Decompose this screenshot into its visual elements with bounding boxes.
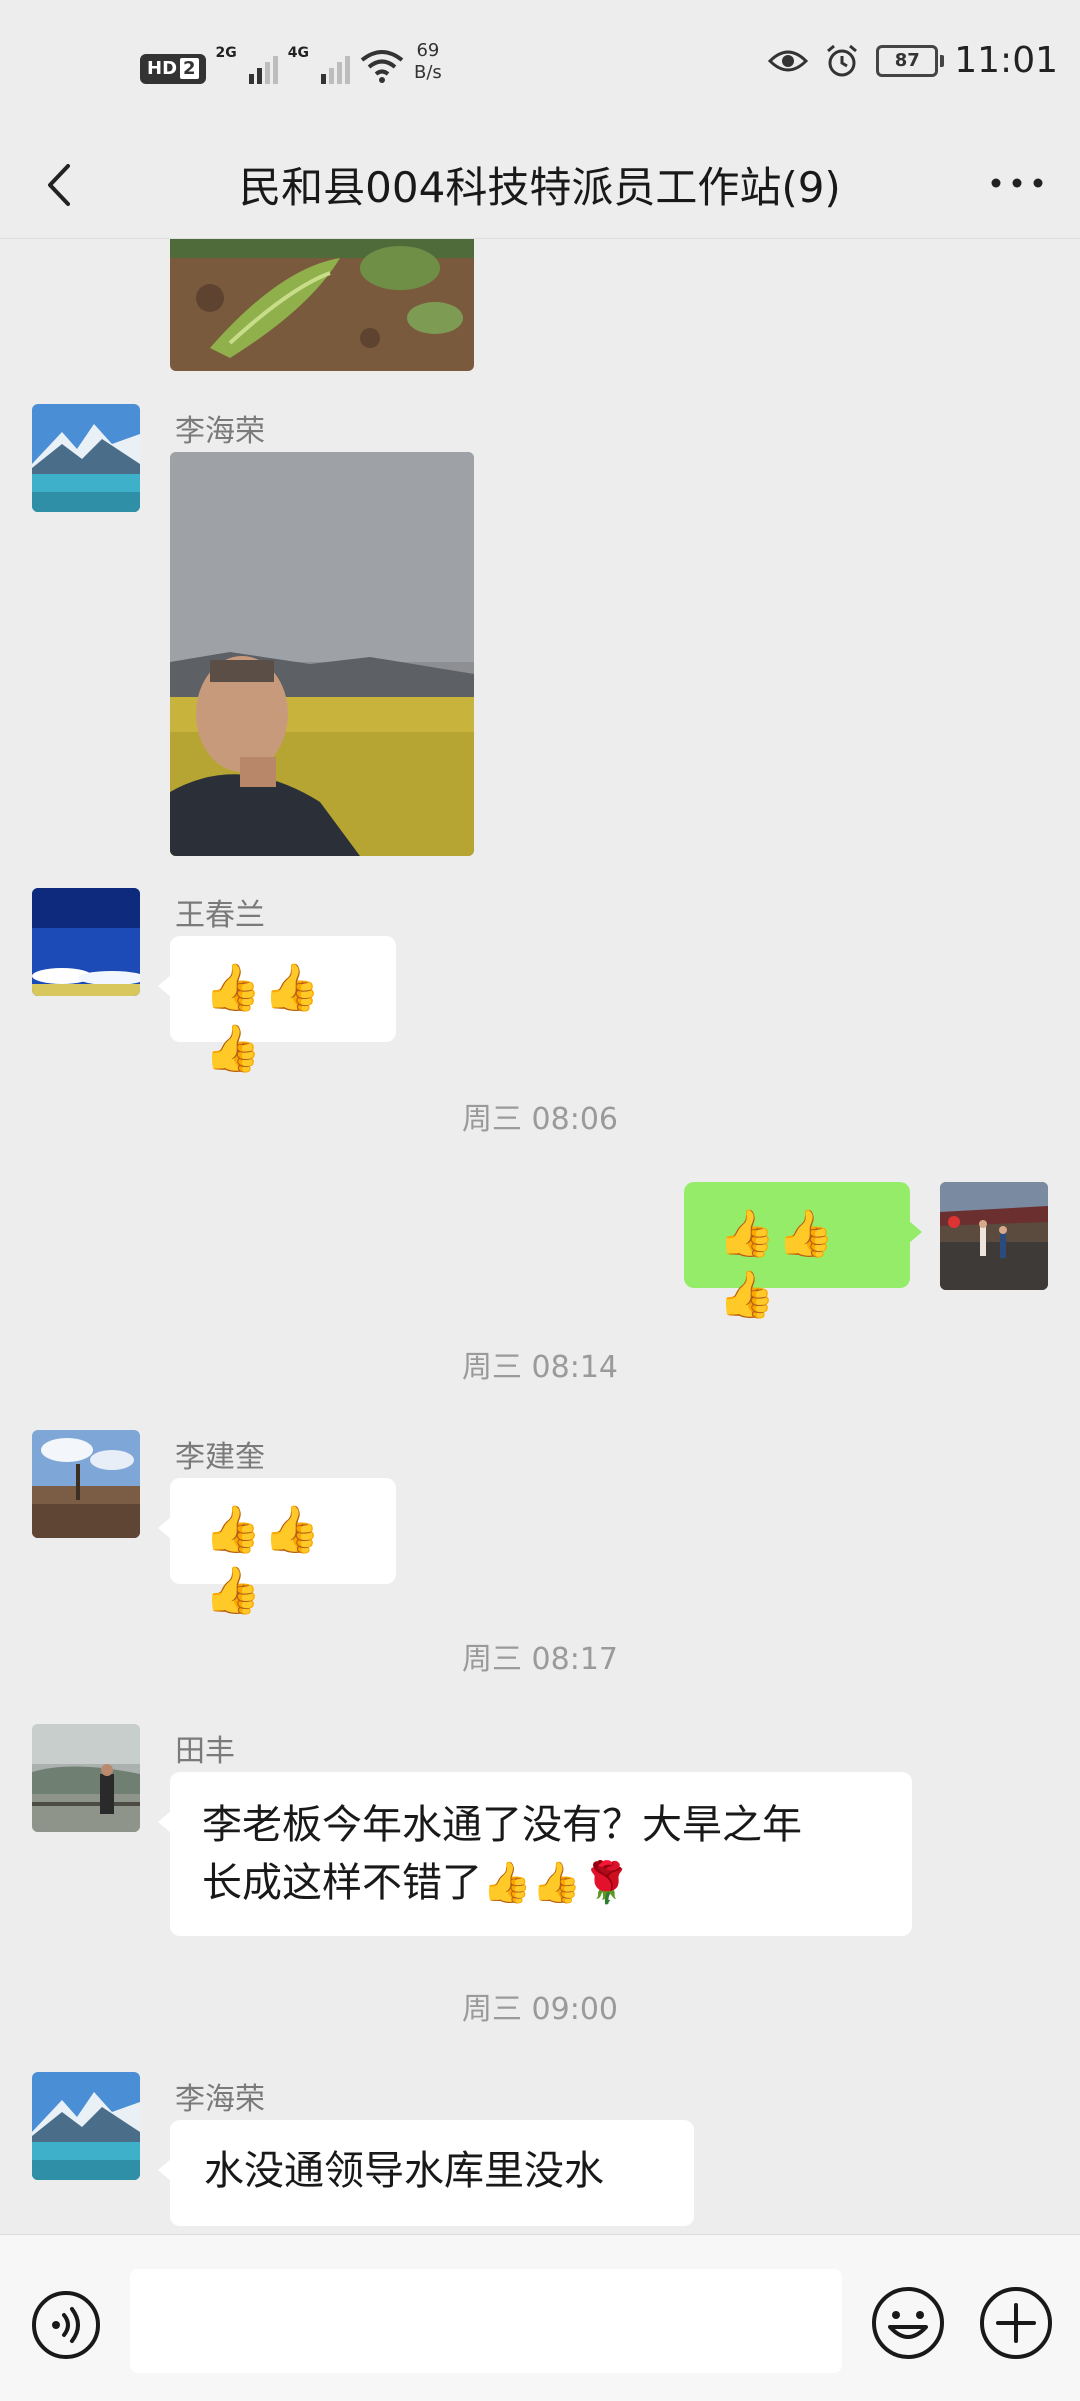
sender-name: 田丰 — [175, 1734, 235, 1769]
chat-header: 民和县004科技特派员工作站(9) — [0, 132, 1080, 239]
my-avatar[interactable] — [940, 1182, 1048, 1290]
avatar[interactable] — [32, 1430, 140, 1538]
emoji-icon[interactable] — [870, 2285, 946, 2361]
message-bubble[interactable]: 👍👍👍 — [158, 936, 396, 1075]
avatar[interactable] — [32, 1724, 140, 1832]
image-message[interactable] — [170, 238, 474, 371]
input-bar — [0, 2234, 1080, 2401]
my-message-bubble[interactable]: 👍👍👍 — [684, 1182, 922, 1321]
message-bubble[interactable]: 李老板今年水通了没有？大旱之年 长成这样不错了👍👍🌹 — [158, 1772, 912, 1936]
avatar[interactable] — [32, 2072, 140, 2180]
sender-name: 李海荣 — [175, 414, 265, 449]
timestamp: 周三 09:00 — [462, 1992, 618, 2027]
message-bubble[interactable]: 👍👍👍 — [158, 1478, 396, 1617]
message-list[interactable]: 李海荣 王春兰 👍👍👍 周三 08:06 👍👍👍 周三 08:14 李建奎 👍👍… — [0, 238, 1080, 2234]
timestamp: 周三 08:06 — [462, 1102, 618, 1137]
network-speed: 69 B/s — [414, 40, 442, 83]
avatar[interactable] — [32, 888, 140, 996]
network-4g-label: 4G — [287, 45, 310, 61]
clock: 11:01 — [954, 40, 1058, 81]
hd-badge: HD 2 — [140, 54, 206, 84]
voice-icon[interactable] — [30, 2289, 102, 2361]
message-bubble[interactable]: 水没通领导水库里没水 — [158, 2120, 694, 2226]
status-left: HD 2 2G 4G 69 B/s — [140, 40, 442, 84]
plus-icon[interactable] — [978, 2285, 1054, 2361]
more-icon[interactable] — [982, 158, 1052, 208]
avatar[interactable] — [32, 404, 140, 512]
wifi-icon — [360, 50, 404, 83]
image-message[interactable] — [170, 452, 474, 856]
eye-icon — [768, 50, 809, 71]
alarm-icon — [827, 44, 858, 76]
network-2g-label: 2G — [215, 45, 237, 61]
timestamp: 周三 08:17 — [462, 1642, 618, 1677]
message-text-line: 李老板今年水通了没有？大旱之年 — [202, 1802, 802, 1848]
sender-name: 李海荣 — [175, 2082, 265, 2117]
signal-icon — [321, 50, 351, 84]
sender-name: 王春兰 — [175, 898, 265, 933]
battery-icon: 87 — [876, 44, 945, 77]
sender-name: 李建奎 — [175, 1440, 265, 1475]
message-input[interactable] — [130, 2269, 842, 2373]
status-bar: HD 2 2G 4G 69 B/s 87 11:01 — [0, 0, 1080, 132]
timestamp: 周三 08:14 — [462, 1350, 618, 1385]
chat-title: 民和县004科技特派员工作站(9) — [239, 163, 841, 212]
status-right: 87 11:01 — [768, 40, 1058, 81]
signal-icon — [248, 50, 278, 84]
message-text-line: 长成这样不错了👍👍🌹 — [202, 1860, 632, 1906]
